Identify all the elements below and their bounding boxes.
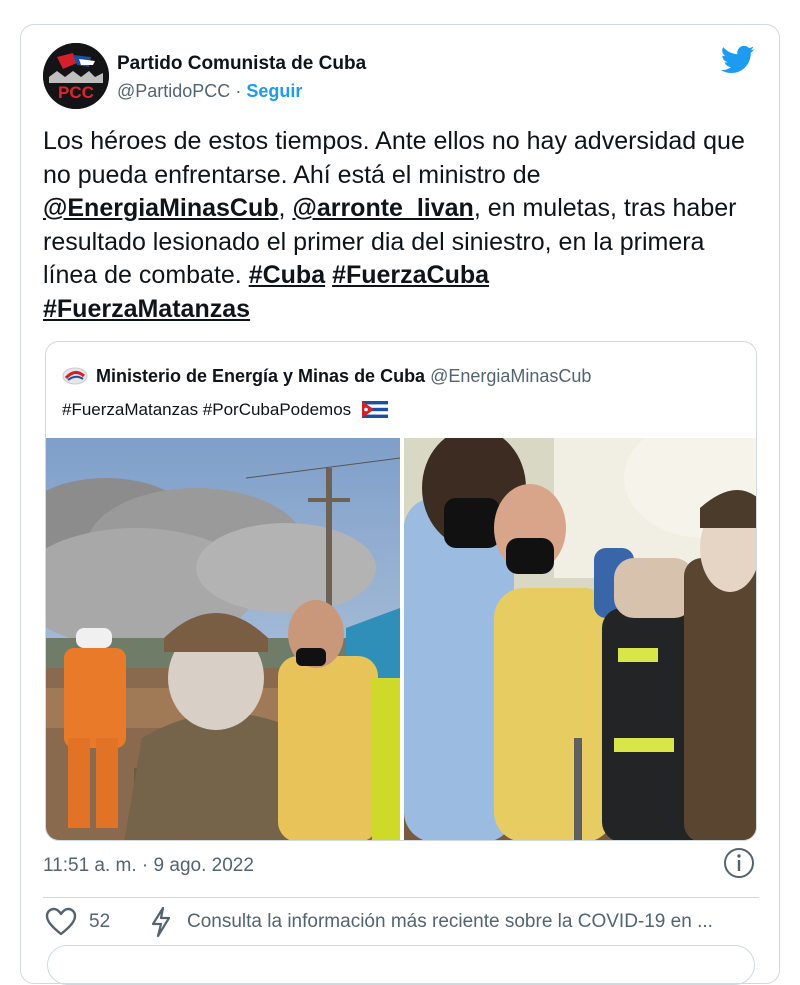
lightning-bolt-icon: [151, 906, 171, 938]
tweet-text: Los héroes de estos tiempos. Ante ellos …: [43, 125, 763, 326]
tweet-text-segment: Los héroes de estos tiempos. Ante ellos …: [43, 127, 745, 189]
quoted-author-name[interactable]: Ministerio de Energía y Minas de Cuba: [96, 366, 425, 386]
read-replies-button[interactable]: [47, 945, 755, 985]
ministry-logo-icon: [62, 367, 88, 385]
info-icon[interactable]: [723, 847, 755, 879]
twitter-bird-icon[interactable]: [721, 45, 755, 75]
hashtag-cuba[interactable]: #Cuba: [249, 261, 325, 289]
photo-explosion-site[interactable]: [46, 438, 400, 840]
author-avatar[interactable]: PCC: [43, 43, 109, 109]
quoted-author-handle[interactable]: @EnergiaMinasCub: [430, 366, 591, 386]
photo-minister-crutches[interactable]: [404, 438, 756, 840]
tweet-timestamp[interactable]: 11:51 a. m. · 9 ago. 2022: [43, 855, 254, 877]
follow-button[interactable]: Seguir: [246, 81, 302, 101]
separator-dot: ·: [235, 81, 242, 101]
quoted-author-row[interactable]: Ministerio de Energía y Minas de Cuba @E…: [96, 366, 591, 387]
author-handle[interactable]: @PartidoPCC: [117, 81, 230, 101]
like-count[interactable]: 52: [89, 911, 110, 933]
quoted-text: #FuerzaMatanzas #PorCubaPodemos: [62, 400, 352, 419]
tweet-text-segment: ,: [278, 194, 293, 222]
quoted-text-row: #FuerzaMatanzas #PorCubaPodemos: [62, 400, 388, 420]
heart-icon[interactable]: [45, 907, 77, 937]
divider: [43, 897, 759, 898]
mention-arronte-livan[interactable]: @arronte_livan: [292, 194, 473, 222]
covid-info-link[interactable]: Consulta la información más reciente sob…: [187, 911, 713, 933]
tweet-card[interactable]: PCC Partido Comunista de Cuba @PartidoPC…: [20, 24, 780, 985]
author-handle-row: @PartidoPCC · Seguir: [117, 81, 302, 102]
author-name[interactable]: Partido Comunista de Cuba: [117, 53, 366, 75]
quoted-tweet[interactable]: Ministerio de Energía y Minas de Cuba @E…: [45, 341, 757, 841]
hashtag-fuerzacuba[interactable]: #FuerzaCuba: [332, 261, 489, 289]
cuba-flag-icon: [361, 401, 388, 418]
hashtag-fuerzamatanzas[interactable]: #FuerzaMatanzas: [43, 295, 250, 323]
mention-energiaminascub[interactable]: @EnergiaMinasCub: [43, 194, 279, 222]
avatar-logo-text: PCC: [58, 83, 94, 102]
